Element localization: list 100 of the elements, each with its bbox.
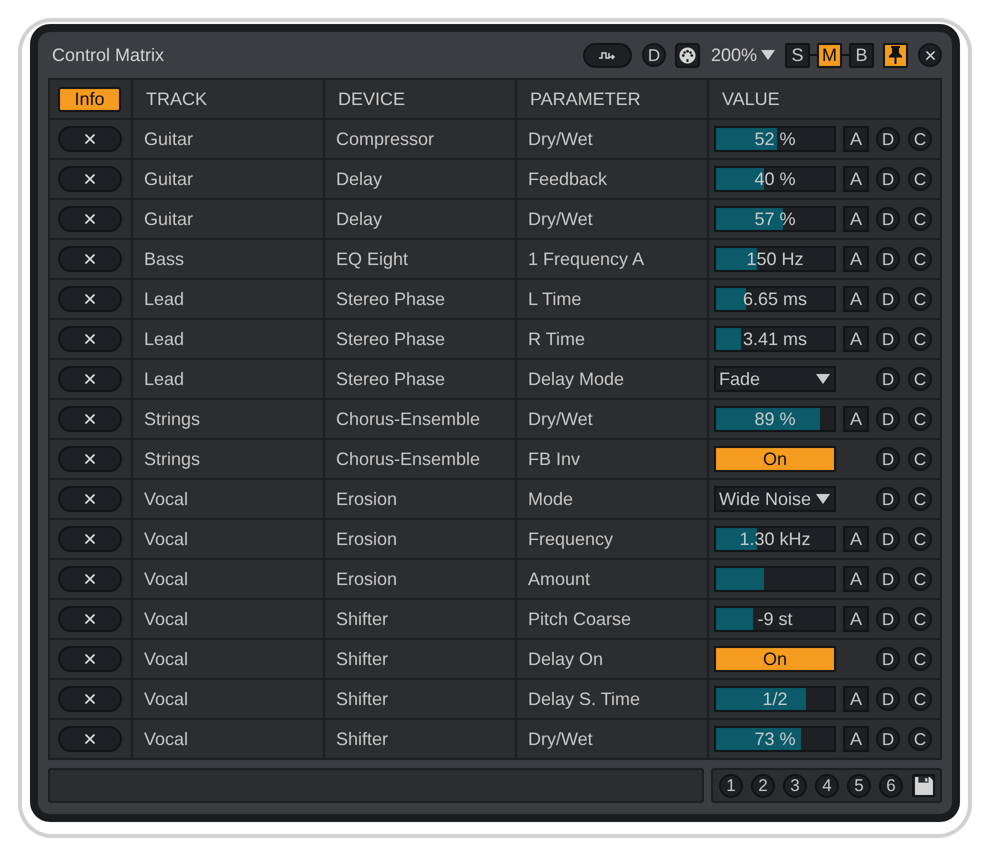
d-button[interactable]: D [876, 487, 900, 511]
a-button[interactable]: A [843, 126, 869, 152]
a-button[interactable]: A [843, 206, 869, 232]
info-button[interactable]: Info [58, 86, 121, 112]
remove-button[interactable] [58, 566, 122, 592]
d-button[interactable]: D [876, 247, 900, 271]
d-button[interactable]: D [876, 727, 900, 751]
slider[interactable]: 40 % [714, 166, 836, 192]
c-button[interactable]: C [908, 487, 932, 511]
d-button[interactable]: D [876, 527, 900, 551]
a-button[interactable]: A [843, 246, 869, 272]
d-button[interactable]: D [876, 327, 900, 351]
remove-button[interactable] [58, 126, 122, 152]
d-button[interactable]: D [876, 167, 900, 191]
preset-button[interactable]: 1 [719, 774, 743, 798]
c-button[interactable]: C [908, 647, 932, 671]
a-button[interactable]: A [843, 406, 869, 432]
c-button[interactable]: C [908, 127, 932, 151]
remove-button[interactable] [58, 246, 122, 272]
d-button[interactable]: D [876, 687, 900, 711]
remove-button[interactable] [58, 366, 122, 392]
a-button[interactable]: A [843, 726, 869, 752]
d-button[interactable]: D [876, 567, 900, 591]
preset-button[interactable]: 2 [751, 774, 775, 798]
dropdown[interactable]: Wide Noise [714, 486, 836, 512]
x-icon [85, 174, 95, 184]
c-button[interactable]: C [908, 167, 932, 191]
a-button[interactable]: A [843, 166, 869, 192]
a-button[interactable]: A [843, 606, 869, 632]
d-button[interactable]: D [876, 647, 900, 671]
c-button[interactable]: C [908, 567, 932, 591]
slider[interactable]: 89 % [714, 406, 836, 432]
remove-button[interactable] [58, 166, 122, 192]
slider[interactable]: 73 % [714, 726, 836, 752]
d-button[interactable]: D [876, 287, 900, 311]
pin-button[interactable] [883, 42, 908, 68]
remove-button[interactable] [58, 726, 122, 752]
zoom-dropdown[interactable]: 200% [710, 46, 775, 64]
a-button[interactable]: A [843, 566, 869, 592]
slider[interactable]: 3.41 ms [714, 326, 836, 352]
c-button[interactable]: C [908, 687, 932, 711]
dropdown[interactable]: Fade [714, 366, 836, 392]
table-cell: Pitch Coarse [517, 600, 707, 638]
table-cell: Bass [133, 240, 323, 278]
slider[interactable]: 1/2 [714, 686, 836, 712]
remove-button[interactable] [58, 406, 122, 432]
preset-button[interactable]: 6 [879, 774, 903, 798]
table-cell: Vocal [133, 600, 323, 638]
remove-button[interactable] [58, 526, 122, 552]
slider[interactable]: 52 % [714, 126, 836, 152]
device-button[interactable]: D [642, 43, 666, 67]
toggle-button[interactable]: On [714, 646, 836, 672]
slider[interactable]: 6.65 ms [714, 286, 836, 312]
toggle-button[interactable]: On [714, 446, 836, 472]
table-cell: Strings [133, 400, 323, 438]
slider[interactable]: 150 Hz [714, 246, 836, 272]
close-button[interactable] [918, 43, 942, 67]
c-button[interactable]: C [908, 607, 932, 631]
remove-button[interactable] [58, 286, 122, 312]
d-button[interactable]: D [876, 407, 900, 431]
d-button[interactable]: D [876, 367, 900, 391]
table-cell: Delay [325, 200, 515, 238]
mode-button[interactable]: M [817, 42, 842, 68]
c-button[interactable]: C [908, 407, 932, 431]
d-button[interactable]: D [876, 207, 900, 231]
slider[interactable]: -9 st [714, 606, 836, 632]
c-button[interactable]: C [908, 447, 932, 471]
d-button[interactable]: D [876, 607, 900, 631]
remove-button[interactable] [58, 446, 122, 472]
a-button[interactable]: A [843, 526, 869, 552]
mode-button[interactable]: B [849, 42, 874, 68]
a-button[interactable]: A [843, 286, 869, 312]
socket-button[interactable] [674, 42, 700, 68]
mode-button[interactable]: S [785, 42, 810, 68]
d-button[interactable]: D [876, 447, 900, 471]
pulse-button[interactable] [582, 42, 632, 68]
remove-button[interactable] [58, 206, 122, 232]
preset-button[interactable]: 3 [783, 774, 807, 798]
slider[interactable] [714, 566, 836, 592]
c-button[interactable]: C [908, 207, 932, 231]
c-button[interactable]: C [908, 527, 932, 551]
slider[interactable]: 1.30 kHz [714, 526, 836, 552]
remove-button[interactable] [58, 686, 122, 712]
a-button[interactable]: A [843, 686, 869, 712]
c-button[interactable]: C [908, 287, 932, 311]
preset-button[interactable]: 4 [815, 774, 839, 798]
c-button[interactable]: C [908, 327, 932, 351]
save-button[interactable] [912, 774, 935, 797]
d-button[interactable]: D [876, 127, 900, 151]
table-cell: Dry/Wet [517, 120, 707, 158]
preset-button[interactable]: 5 [847, 774, 871, 798]
c-button[interactable]: C [908, 727, 932, 751]
remove-button[interactable] [58, 326, 122, 352]
a-button[interactable]: A [843, 326, 869, 352]
c-button[interactable]: C [908, 367, 932, 391]
remove-button[interactable] [58, 646, 122, 672]
slider[interactable]: 57 % [714, 206, 836, 232]
remove-button[interactable] [58, 486, 122, 512]
remove-button[interactable] [58, 606, 122, 632]
c-button[interactable]: C [908, 247, 932, 271]
